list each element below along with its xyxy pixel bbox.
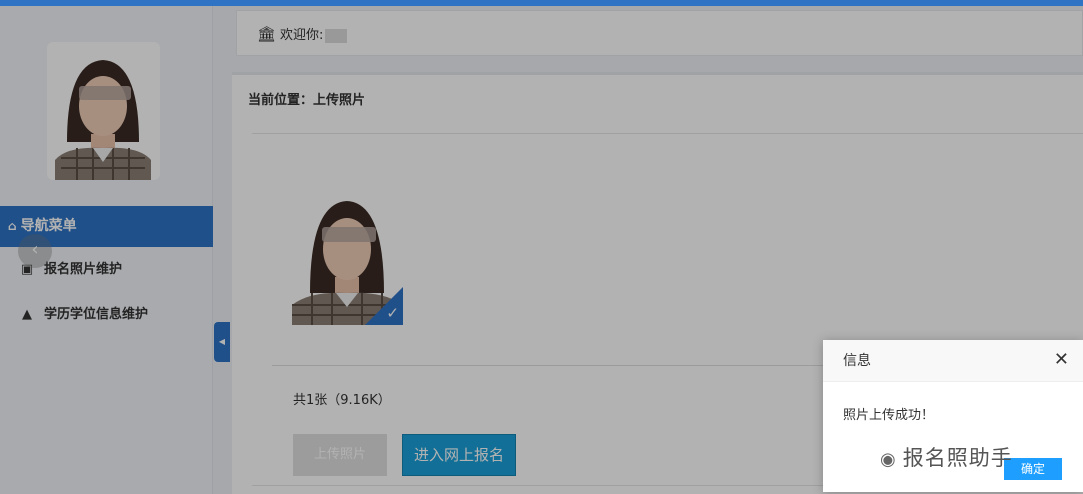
wechat-icon: ◉ bbox=[880, 449, 897, 470]
watermark: ◉ 报名照助手 bbox=[880, 442, 1013, 472]
close-icon[interactable]: ✕ bbox=[1054, 350, 1069, 370]
dialog-message: 照片上传成功！ bbox=[843, 408, 935, 423]
dialog-header: 信息 bbox=[823, 340, 1083, 382]
watermark-text: 报名照助手 bbox=[902, 446, 1013, 470]
dialog-title: 信息 bbox=[843, 353, 871, 369]
info-dialog: 信息 ✕ 照片上传成功！ 确定 ◉ 报名照助手 bbox=[823, 340, 1083, 492]
